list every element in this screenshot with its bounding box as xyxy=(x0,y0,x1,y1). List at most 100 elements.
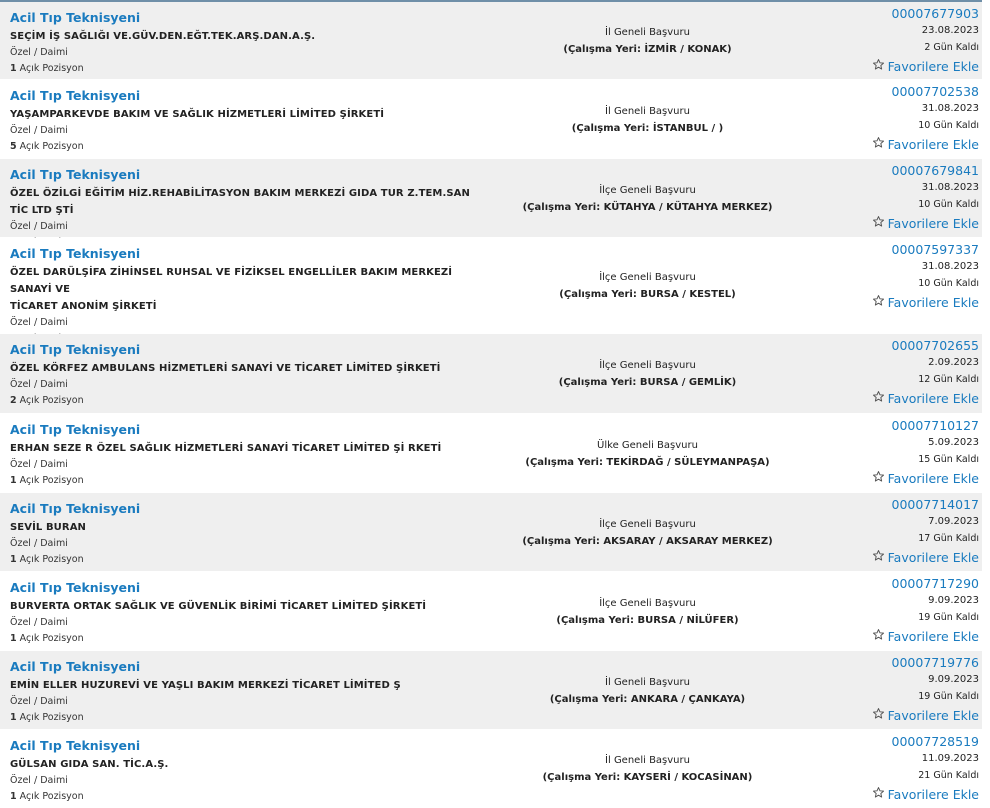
star-outline-icon xyxy=(872,294,885,311)
employment-type: Özel / Daimi xyxy=(10,317,68,328)
listing-date: 31.08.2023 xyxy=(921,103,979,114)
listing-info: Acil Tıp Teknisyeni EMİN ELLER HUZUREVİ … xyxy=(10,656,480,726)
job-title-link[interactable]: Acil Tıp Teknisyeni xyxy=(10,88,140,104)
application-scope: İl Geneli Başvuru xyxy=(605,755,690,766)
listing-row: Acil Tıp Teknisyeni EMİN ELLER HUZUREVİ … xyxy=(0,651,982,730)
days-remaining: 17 Gün Kaldı xyxy=(918,533,979,544)
add-favorite-button[interactable]: Favorilere Ekle xyxy=(872,294,979,311)
listing-row: Acil Tıp Teknisyeni ÖZEL KÖRFEZ AMBULANS… xyxy=(0,334,982,414)
add-favorite-button[interactable]: Favorilere Ekle xyxy=(872,215,979,232)
work-location: (Çalışma Yeri: AKSARAY / AKSARAY MERKEZ) xyxy=(522,536,773,547)
listing-number-link[interactable]: 00007677903 xyxy=(799,5,979,22)
work-location: (Çalışma Yeri: BURSA / GEMLİK) xyxy=(558,377,737,388)
listing-number-link[interactable]: 00007597337 xyxy=(799,241,979,258)
positions-label: Açık Pozisyon xyxy=(19,63,84,74)
star-outline-icon xyxy=(872,390,885,407)
work-location: (Çalışma Yeri: İZMİR / KONAK) xyxy=(563,44,732,55)
application-scope: İlçe Geneli Başvuru xyxy=(599,185,696,196)
listing-row: Acil Tıp Teknisyeni YAŞAMPARKEVDE BAKIM … xyxy=(0,80,982,159)
positions-label: Açık Pozisyon xyxy=(19,395,84,406)
company-name: EMİN ELLER HUZUREVİ VE YAŞLI BAKIM MERKE… xyxy=(10,680,401,691)
listing-date: 9.09.2023 xyxy=(928,595,979,606)
listing-number-link[interactable]: 00007728519 xyxy=(799,733,979,750)
add-favorite-button[interactable]: Favorilere Ekle xyxy=(872,58,979,75)
work-location: (Çalışma Yeri: ANKARA / ÇANKAYA) xyxy=(549,694,746,705)
days-remaining: 10 Gün Kaldı xyxy=(918,199,979,210)
listing-number-link[interactable]: 00007679841 xyxy=(799,162,979,179)
star-outline-icon xyxy=(872,215,885,232)
job-listings: Acil Tıp Teknisyeni SEÇİM İŞ SAĞLIĞI VE.… xyxy=(0,2,982,808)
job-title-link[interactable]: Acil Tıp Teknisyeni xyxy=(10,738,140,754)
application-scope: İlçe Geneli Başvuru xyxy=(599,519,696,530)
add-favorite-label: Favorilere Ekle xyxy=(887,629,979,644)
days-remaining: 21 Gün Kaldı xyxy=(918,770,979,781)
listing-number-link[interactable]: 00007714017 xyxy=(799,496,979,513)
listing-number-link[interactable]: 00007702655 xyxy=(799,337,979,354)
positions-count: 5 xyxy=(10,141,17,152)
open-positions: 1 Açık Pozisyon xyxy=(10,552,480,568)
application-info: Ülke Geneli Başvuru (Çalışma Yeri: TEKİR… xyxy=(500,437,795,471)
days-remaining: 19 Gün Kaldı xyxy=(918,691,979,702)
listing-number-link[interactable]: 00007710127 xyxy=(799,417,979,434)
application-scope: İlçe Geneli Başvuru xyxy=(599,360,696,371)
work-location: (Çalışma Yeri: BURSA / NİLÜFER) xyxy=(556,615,739,626)
company-name: TİCARET ANONİM ŞİRKETİ xyxy=(10,301,157,312)
work-location: (Çalışma Yeri: KÜTAHYA / KÜTAHYA MERKEZ) xyxy=(522,202,773,213)
job-title-link[interactable]: Acil Tıp Teknisyeni xyxy=(10,501,140,517)
positions-label: Açık Pozisyon xyxy=(19,141,84,152)
job-title-link[interactable]: Acil Tıp Teknisyeni xyxy=(10,167,140,183)
listing-number-link[interactable]: 00007702538 xyxy=(799,83,979,100)
application-info: İlçe Geneli Başvuru (Çalışma Yeri: BURSA… xyxy=(500,357,795,391)
add-favorite-label: Favorilere Ekle xyxy=(887,216,979,231)
employment-type: Özel / Daimi xyxy=(10,221,68,232)
company-name: SEÇİM İŞ SAĞLIĞI VE.GÜV.DEN.EĞT.TEK.ARŞ.… xyxy=(10,31,316,42)
add-favorite-button[interactable]: Favorilere Ekle xyxy=(872,786,979,803)
company-name: ERHAN SEZE R ÖZEL SAĞLIK HİZMETLERİ SANA… xyxy=(10,443,442,454)
listing-number-link[interactable]: 00007719776 xyxy=(799,654,979,671)
star-outline-icon xyxy=(872,549,885,566)
listing-row: Acil Tıp Teknisyeni ERHAN SEZE R ÖZEL SA… xyxy=(0,414,982,493)
job-title-link[interactable]: Acil Tıp Teknisyeni xyxy=(10,246,140,262)
listing-meta: 00007702655 2.09.2023 12 Gün Kaldı Favor… xyxy=(799,337,979,407)
application-scope: İlçe Geneli Başvuru xyxy=(599,272,696,283)
listing-date: 5.09.2023 xyxy=(928,437,979,448)
add-favorite-button[interactable]: Favorilere Ekle xyxy=(872,549,979,566)
job-title-link[interactable]: Acil Tıp Teknisyeni xyxy=(10,580,140,596)
job-title-link[interactable]: Acil Tıp Teknisyeni xyxy=(10,422,140,438)
application-info: İl Geneli Başvuru (Çalışma Yeri: İSTANBU… xyxy=(500,103,795,137)
open-positions: 1 Açık Pozisyon xyxy=(10,473,480,489)
job-title-link[interactable]: Acil Tıp Teknisyeni xyxy=(10,10,140,26)
days-remaining: 10 Gün Kaldı xyxy=(918,120,979,131)
application-info: İlçe Geneli Başvuru (Çalışma Yeri: AKSAR… xyxy=(500,516,795,550)
company-name: ÖZEL KÖRFEZ AMBULANS HİZMETLERİ SANAYİ V… xyxy=(10,363,441,374)
listing-row: Acil Tıp Teknisyeni ÖZEL ÖZİLGİ EĞİTİM H… xyxy=(0,159,982,248)
positions-count: 2 xyxy=(10,395,17,406)
listing-meta: 00007702538 31.08.2023 10 Gün Kaldı Favo… xyxy=(799,83,979,153)
add-favorite-button[interactable]: Favorilere Ekle xyxy=(872,470,979,487)
days-remaining: 10 Gün Kaldı xyxy=(918,278,979,289)
listing-row: Acil Tıp Teknisyeni GÜLSAN GIDA SAN. TİC… xyxy=(0,730,982,808)
employment-type: Özel / Daimi xyxy=(10,775,68,786)
add-favorite-button[interactable]: Favorilere Ekle xyxy=(872,136,979,153)
listing-info: Acil Tıp Teknisyeni ERHAN SEZE R ÖZEL SA… xyxy=(10,419,480,489)
listing-number-link[interactable]: 00007717290 xyxy=(799,575,979,592)
application-info: İlçe Geneli Başvuru (Çalışma Yeri: BURSA… xyxy=(500,269,795,303)
job-title-link[interactable]: Acil Tıp Teknisyeni xyxy=(10,342,140,358)
listing-date: 31.08.2023 xyxy=(921,261,979,272)
listing-meta: 00007728519 11.09.2023 21 Gün Kaldı Favo… xyxy=(799,733,979,803)
work-location: (Çalışma Yeri: İSTANBUL / ) xyxy=(571,123,724,134)
star-outline-icon xyxy=(872,58,885,75)
listing-meta: 00007714017 7.09.2023 17 Gün Kaldı Favor… xyxy=(799,496,979,566)
add-favorite-button[interactable]: Favorilere Ekle xyxy=(872,628,979,645)
employment-type: Özel / Daimi xyxy=(10,459,68,470)
application-scope: Ülke Geneli Başvuru xyxy=(597,440,698,451)
star-outline-icon xyxy=(872,707,885,724)
job-title-link[interactable]: Acil Tıp Teknisyeni xyxy=(10,659,140,675)
listing-row: Acil Tıp Teknisyeni ÖZEL DARÜLŞİFA ZİHİN… xyxy=(0,238,982,344)
add-favorite-button[interactable]: Favorilere Ekle xyxy=(872,707,979,724)
application-info: İlçe Geneli Başvuru (Çalışma Yeri: KÜTAH… xyxy=(500,182,795,216)
add-favorite-button[interactable]: Favorilere Ekle xyxy=(872,390,979,407)
application-scope: İl Geneli Başvuru xyxy=(605,27,690,38)
listing-date: 2.09.2023 xyxy=(928,357,979,368)
application-info: İl Geneli Başvuru (Çalışma Yeri: İZMİR /… xyxy=(500,24,795,58)
